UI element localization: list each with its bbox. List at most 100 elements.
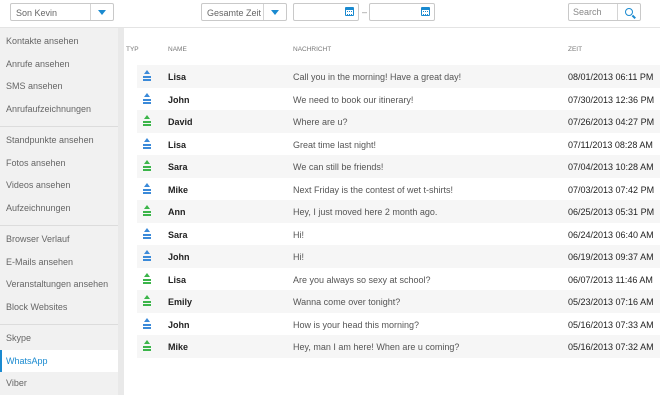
message-text: Hey, man I am here! When are u coming?	[293, 342, 460, 352]
message-time: 06/25/2013 05:31 PM	[568, 207, 655, 217]
table-row[interactable]: Lisa Are you always so sexy at school? 06/…	[137, 268, 660, 291]
table-row[interactable]: John We need to book our itinerary! 07/30/…	[137, 88, 660, 111]
date-separator: –	[362, 7, 368, 17]
contact-name: John	[168, 319, 190, 330]
sidebar-item-browser-verlauf[interactable]: Browser Verlauf	[0, 228, 118, 251]
sidebar-item-viber[interactable]: Viber	[0, 372, 118, 395]
message-time: 07/26/2013 04:27 PM	[568, 117, 655, 127]
message-time: 06/19/2013 09:37 AM	[568, 252, 654, 262]
table-row[interactable]: David Where are u? 07/26/2013 04:27 PM	[137, 110, 660, 133]
message-time: 07/11/2013 08:28 AM	[568, 139, 653, 150]
sidebar-item-kontakte-ansehen[interactable]: Kontakte ansehen	[0, 30, 118, 53]
message-text: Hi!	[293, 252, 304, 262]
message-text: Call you in the morning! Have a great da…	[293, 72, 462, 82]
sidebar-item-sms-ansehen[interactable]: SMS ansehen	[0, 75, 118, 98]
message-time: 08/01/2013 06:11 PM	[568, 72, 654, 82]
calendar-icon[interactable]	[421, 7, 430, 16]
contact-name: Lisa	[168, 72, 187, 82]
table-row[interactable]: Sara We can still be friends! 07/04/2013 1…	[137, 155, 660, 178]
search-box	[568, 3, 641, 21]
contact-name: Lisa	[168, 139, 187, 150]
outgoing-message-icon	[143, 137, 151, 150]
toolbar: Son Kevin Gesamte Zeit –	[0, 0, 660, 28]
date-to-field[interactable]	[369, 3, 435, 21]
contact-name: Sara	[168, 229, 188, 240]
calendar-icon[interactable]	[345, 7, 354, 16]
sidebar-item-e-mails-ansehen[interactable]: E-Mails ansehen	[0, 251, 118, 274]
message-text: Are you always so sexy at school?	[293, 274, 431, 285]
outgoing-message-icon	[143, 250, 151, 262]
table-row[interactable]: Emily Wanna come over tonight? 05/23/2013 …	[137, 290, 660, 313]
column-type[interactable]: TYP	[126, 46, 139, 53]
time-range-select[interactable]: Gesamte Zeit	[201, 3, 287, 21]
sidebar-group: Kontakte ansehen Anrufe ansehen SMS ansehe…	[0, 28, 118, 127]
sidebar-item-standpunkte-ansehen[interactable]: Standpunkte ansehen	[0, 129, 118, 152]
device-select-toggle[interactable]	[90, 4, 113, 20]
search-button[interactable]	[617, 4, 640, 20]
sidebar-item-videos-ansehen[interactable]: Videos ansehen	[0, 174, 118, 197]
message-time: 05/23/2013 07:16 AM	[568, 297, 654, 307]
sidebar-item-veranstaltungen-ansehen[interactable]: Veranstaltungen ansehen	[0, 273, 118, 296]
message-text: Wanna come over tonight?	[293, 297, 401, 307]
time-range-toggle[interactable]	[263, 4, 286, 20]
message-time: 06/07/2013 11:46 AM	[568, 274, 653, 285]
table-row[interactable]: Ann Hey, I just moved here 2 month ago. 06…	[137, 200, 660, 223]
contact-name: Sara	[168, 162, 188, 172]
sidebar-item-aufzeichnungen[interactable]: Aufzeichnungen	[0, 197, 118, 220]
message-text: Great time last night!	[293, 139, 377, 150]
message-text: Hey, I just moved here 2 month ago.	[293, 207, 438, 217]
table-row[interactable]: Lisa Call you in the morning! Have a grea…	[137, 65, 660, 88]
contact-name: Lisa	[168, 274, 187, 285]
incoming-message-icon	[143, 205, 151, 217]
sidebar-item-fotos-ansehen[interactable]: Fotos ansehen	[0, 152, 118, 175]
chevron-down-icon	[98, 9, 106, 15]
message-text: Where are u?	[293, 117, 348, 127]
contact-name: Mike	[168, 184, 189, 195]
contact-name: John	[168, 252, 190, 262]
messages-table-body: Lisa Call you in the morning! Have a grea…	[137, 65, 660, 358]
outgoing-message-icon	[143, 70, 151, 82]
device-select[interactable]: Son Kevin	[10, 3, 114, 21]
table-header: TYP NAME NACHRICHT ZEIT	[124, 46, 660, 58]
sidebar-item-skype[interactable]: Skype	[0, 327, 118, 350]
table-row[interactable]: Lisa Great time last night! 07/11/2013 08:…	[137, 133, 660, 156]
time-range-value: Gesamte Zeit	[207, 8, 262, 18]
sidebar-group: Standpunkte ansehen Fotos ansehen Videos a…	[0, 127, 118, 226]
column-name[interactable]: NAME	[168, 46, 187, 53]
message-text: Hi!	[293, 229, 304, 240]
incoming-message-icon	[143, 272, 151, 285]
message-time: 07/30/2013 12:36 PM	[568, 94, 655, 105]
sidebar-item-whatsapp[interactable]: WhatsApp	[0, 349, 125, 372]
date-from-field[interactable]	[293, 3, 359, 21]
search-input[interactable]	[569, 4, 623, 20]
contact-name: Emily	[168, 297, 193, 307]
table-row[interactable]: Mike Next Friday is the contest of wet t-…	[137, 178, 660, 201]
sidebar-item-anrufaufzeichnungen[interactable]: Anrufaufzeichnungen	[0, 98, 118, 121]
column-message[interactable]: NACHRICHT	[293, 46, 331, 53]
sidebar-item-block-websites[interactable]: Block Websites	[0, 296, 118, 319]
sidebar-group: Skype WhatsApp Viber	[0, 325, 125, 401]
table-row[interactable]: John Hi! 06/19/2013 09:37 AM	[137, 245, 660, 268]
message-text: We need to book our itinerary!	[293, 94, 414, 105]
table-row[interactable]: Mike Hey, man I am here! When are u comin…	[137, 335, 660, 358]
contact-name: Mike	[168, 342, 189, 352]
outgoing-message-icon	[143, 227, 151, 240]
outgoing-message-icon	[143, 182, 151, 195]
device-select-value: Son Kevin	[16, 8, 58, 18]
outgoing-message-icon	[143, 317, 151, 330]
chevron-down-icon	[271, 9, 279, 15]
table-row[interactable]: John How is your head this morning? 05/16/…	[137, 313, 660, 336]
message-text: Next Friday is the contest of wet t-shir…	[293, 184, 454, 195]
table-row[interactable]: Sara Hi! 06/24/2013 06:40 AM	[137, 223, 660, 246]
message-text: How is your head this morning?	[293, 319, 420, 330]
message-time: 06/24/2013 06:40 AM	[568, 229, 654, 240]
column-time[interactable]: ZEIT	[568, 46, 582, 53]
incoming-message-icon	[143, 115, 151, 127]
incoming-message-icon	[143, 295, 151, 307]
incoming-message-icon	[143, 160, 151, 172]
contact-name: John	[168, 94, 190, 105]
sidebar-item-anrufe-ansehen[interactable]: Anrufe ansehen	[0, 53, 118, 76]
messages-panel: TYP NAME NACHRICHT ZEIT Lisa Call you in …	[124, 28, 660, 395]
message-text: We can still be friends!	[293, 162, 384, 172]
message-time: 07/04/2013 10:28 AM	[568, 162, 654, 172]
